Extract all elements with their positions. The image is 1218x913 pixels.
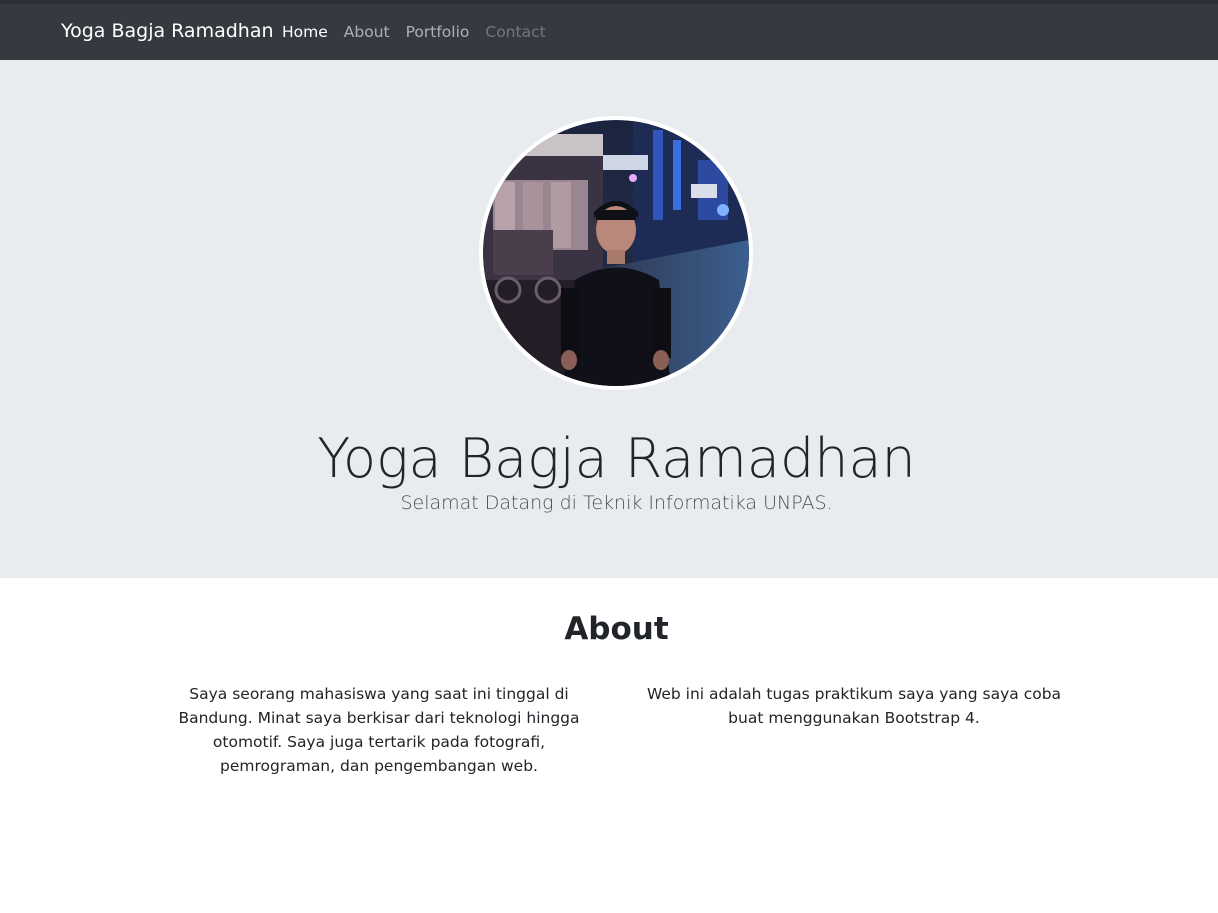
profile-photo-image [483, 120, 749, 386]
hero-name: Yoga Bagja Ramadhan [317, 427, 916, 491]
nav-links: Home About Portfolio Contact [282, 23, 546, 41]
jumbotron: Yoga Bagja Ramadhan Selamat Datang di Te… [0, 60, 1218, 578]
nav-link-home[interactable]: Home [282, 23, 328, 41]
about-left-text: Saya seorang mahasiswa yang saat ini tin… [178, 685, 580, 775]
about-right-text: Web ini adalah tugas praktikum saya yang… [646, 685, 1062, 727]
hero-tagline: Selamat Datang di Teknik Informatika UNP… [400, 492, 833, 514]
navbar: Yoga Bagja Ramadhan Home About Portfolio… [0, 4, 1218, 60]
navbar-brand[interactable]: Yoga Bagja Ramadhan [61, 20, 274, 42]
nav-link-about[interactable]: About [344, 23, 390, 41]
profile-photo [479, 116, 753, 390]
about-title: About [564, 611, 669, 647]
nav-link-contact: Contact [485, 23, 546, 41]
nav-link-portfolio[interactable]: Portfolio [406, 23, 470, 41]
